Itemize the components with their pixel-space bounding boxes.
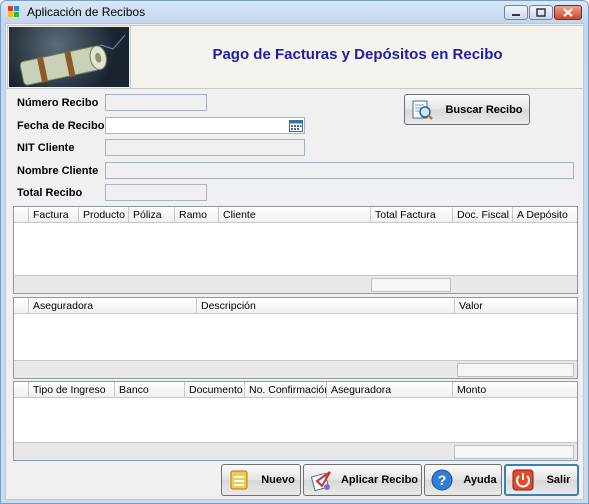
- fecha-recibo-datepicker[interactable]: [105, 117, 305, 134]
- column-header[interactable]: Aseguradora: [326, 382, 452, 398]
- fecha-recibo-label: Fecha de Recibo: [17, 120, 105, 132]
- valores-grid-footer: [14, 360, 577, 378]
- total-recibo-input[interactable]: [105, 184, 207, 201]
- close-button[interactable]: [554, 5, 582, 20]
- app-window: Aplicación de Recibos Pago de Facturas y…: [0, 0, 589, 504]
- ayuda-button[interactable]: ? Ayuda: [424, 464, 502, 496]
- valores-grid-header: Aseguradora Descripción Valor: [14, 298, 577, 314]
- minimize-button[interactable]: [504, 5, 528, 20]
- client-area: Pago de Facturas y Depósitos en Recibo N…: [5, 23, 584, 500]
- column-header[interactable]: Aseguradora: [28, 298, 196, 314]
- nuevo-button[interactable]: Nuevo: [221, 464, 301, 496]
- column-header[interactable]: Documento: [184, 382, 244, 398]
- column-header[interactable]: Cliente: [218, 207, 370, 223]
- window-title: Aplicación de Recibos: [27, 5, 146, 19]
- ingresos-grid[interactable]: Tipo de Ingreso Banco Documento No. Conf…: [13, 381, 578, 461]
- column-header[interactable]: Ramo: [174, 207, 218, 223]
- column-header[interactable]: A Depósito: [512, 207, 577, 223]
- apply-document-icon: [310, 471, 331, 491]
- column-header[interactable]: Banco: [114, 382, 184, 398]
- buscar-recibo-button[interactable]: Buscar Recibo: [404, 94, 530, 125]
- ingresos-grid-header: Tipo de Ingreso Banco Documento No. Conf…: [14, 382, 577, 398]
- salir-button[interactable]: Salir: [504, 464, 579, 496]
- facturas-grid-footer: [14, 275, 577, 293]
- nombre-cliente-input[interactable]: [105, 162, 574, 179]
- column-header[interactable]: Descripción: [196, 298, 454, 314]
- column-header[interactable]: Producto: [78, 207, 128, 223]
- ayuda-label: Ayuda: [463, 474, 497, 486]
- maximize-icon: [536, 8, 546, 17]
- ingresos-grid-footer: [14, 442, 577, 460]
- calendar-icon[interactable]: [289, 119, 303, 132]
- header-banner: Pago de Facturas y Depósitos en Recibo: [7, 25, 584, 89]
- buscar-recibo-label: Buscar Recibo: [445, 103, 523, 116]
- banner-divider: [130, 26, 131, 88]
- facturas-grid[interactable]: Factura Producto Póliza Ramo Cliente Tot…: [13, 206, 578, 294]
- valores-total-cell: [457, 363, 574, 377]
- money-roll-image: [9, 27, 129, 87]
- nit-cliente-input[interactable]: [105, 139, 305, 156]
- aplicar-recibo-label: Aplicar Recibo: [340, 474, 419, 486]
- numero-recibo-input[interactable]: [105, 94, 207, 111]
- column-header[interactable]: Póliza: [128, 207, 174, 223]
- column-header[interactable]: Monto: [452, 382, 577, 398]
- close-icon: [563, 8, 573, 17]
- ingresos-total-cell: [454, 445, 574, 459]
- maximize-button[interactable]: [529, 5, 553, 20]
- aplicar-recibo-button[interactable]: Aplicar Recibo: [303, 464, 422, 496]
- column-header[interactable]: Tipo de Ingreso: [28, 382, 114, 398]
- column-header[interactable]: No. Confirmación: [244, 382, 326, 398]
- search-document-icon: [412, 100, 433, 120]
- help-icon: ?: [431, 469, 453, 491]
- facturas-grid-header: Factura Producto Póliza Ramo Cliente Tot…: [14, 207, 577, 223]
- minimize-icon: [512, 14, 520, 16]
- page-title: Pago de Facturas y Depósitos en Recibo: [212, 46, 503, 63]
- nuevo-label: Nuevo: [261, 474, 295, 486]
- power-icon: [512, 469, 534, 491]
- app-icon: [8, 6, 19, 17]
- column-header[interactable]: Doc. Fiscal: [452, 207, 512, 223]
- salir-label: Salir: [546, 474, 571, 486]
- facturas-total-cell: [371, 278, 451, 292]
- column-header[interactable]: Factura: [28, 207, 78, 223]
- total-recibo-label: Total Recibo: [17, 187, 83, 199]
- valores-grid[interactable]: Aseguradora Descripción Valor: [13, 297, 578, 379]
- new-document-icon: [230, 470, 248, 490]
- column-header[interactable]: Valor: [454, 298, 577, 314]
- nit-cliente-label: NIT Cliente: [17, 142, 75, 154]
- svg-text:?: ?: [438, 472, 447, 488]
- numero-recibo-label: Número Recibo: [17, 97, 99, 109]
- column-header[interactable]: Total Factura: [370, 207, 452, 223]
- nombre-cliente-label: Nombre Cliente: [17, 165, 99, 177]
- title-bar[interactable]: Aplicación de Recibos: [1, 1, 588, 23]
